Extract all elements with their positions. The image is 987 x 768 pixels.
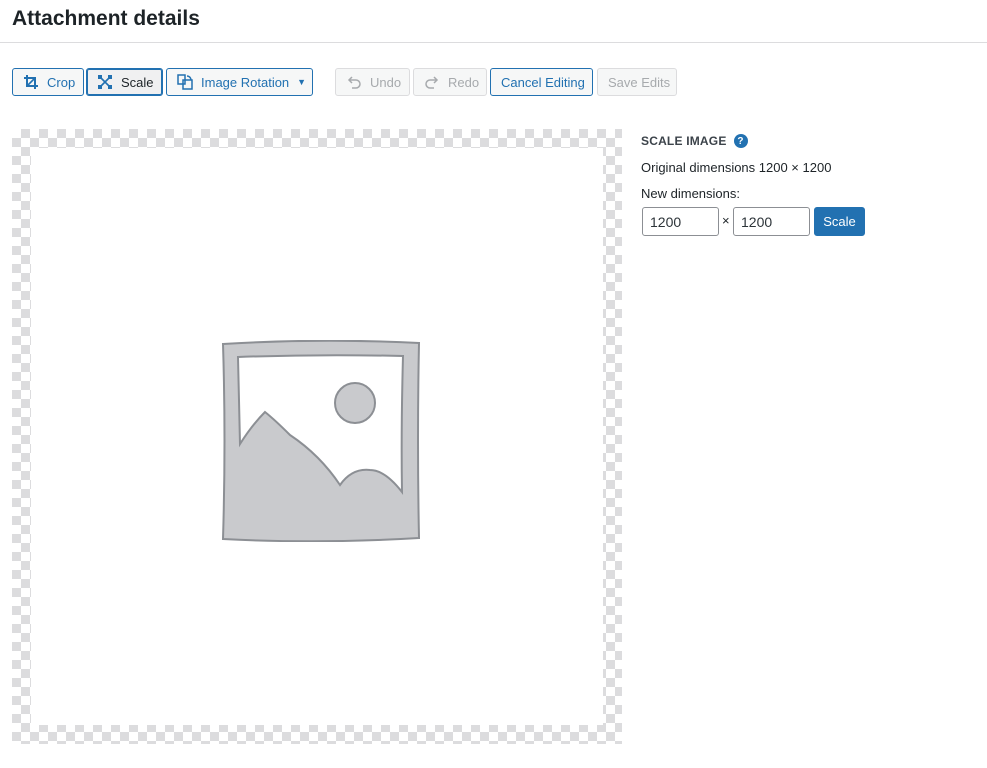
redo-icon — [424, 74, 440, 90]
scale-image-heading-row: SCALE IMAGE ? — [641, 132, 971, 150]
undo-button-label: Undo — [370, 74, 402, 90]
undo-icon — [346, 74, 362, 90]
cancel-editing-label: Cancel Editing — [501, 74, 585, 90]
scale-apply-button[interactable]: Scale — [814, 207, 865, 236]
dimensions-row: × Scale — [641, 207, 971, 237]
image-canvas[interactable] — [12, 129, 622, 744]
redo-button-label: Redo — [448, 74, 480, 90]
crop-icon — [23, 74, 39, 90]
scale-icon — [97, 74, 113, 90]
new-dimensions-label: New dimensions: — [641, 186, 740, 201]
crop-button-label: Crop — [47, 74, 76, 90]
image-rotation-dropdown[interactable]: Image Rotation ▼ — [166, 68, 313, 96]
image-rotation-label: Image Rotation — [201, 74, 290, 90]
undo-button[interactable]: Undo — [335, 68, 410, 96]
redo-button[interactable]: Redo — [413, 68, 487, 96]
caret-down-icon: ▼ — [297, 77, 307, 87]
width-input[interactable] — [642, 207, 719, 236]
save-edits-label: Save Edits — [608, 74, 671, 90]
scale-image-panel: SCALE IMAGE ? Original dimensions 1200 ×… — [641, 132, 971, 237]
original-dimensions: Original dimensions 1200 × 1200 — [641, 160, 832, 175]
rotate-icon — [177, 74, 193, 90]
page-title: Attachment details — [12, 7, 200, 30]
page-header: Attachment details — [0, 0, 987, 43]
height-input[interactable] — [733, 207, 810, 236]
help-icon[interactable]: ? — [733, 134, 748, 148]
scale-button[interactable]: Scale — [86, 68, 163, 96]
times-symbol: × — [722, 213, 730, 228]
image-placeholder-icon — [220, 339, 422, 543]
save-edits-button[interactable]: Save Edits — [597, 68, 677, 96]
cancel-editing-button[interactable]: Cancel Editing — [490, 68, 593, 96]
image-preview-area — [31, 148, 603, 725]
crop-button[interactable]: Crop — [12, 68, 84, 96]
scale-image-heading: SCALE IMAGE — [641, 134, 727, 148]
scale-button-label: Scale — [121, 74, 154, 90]
